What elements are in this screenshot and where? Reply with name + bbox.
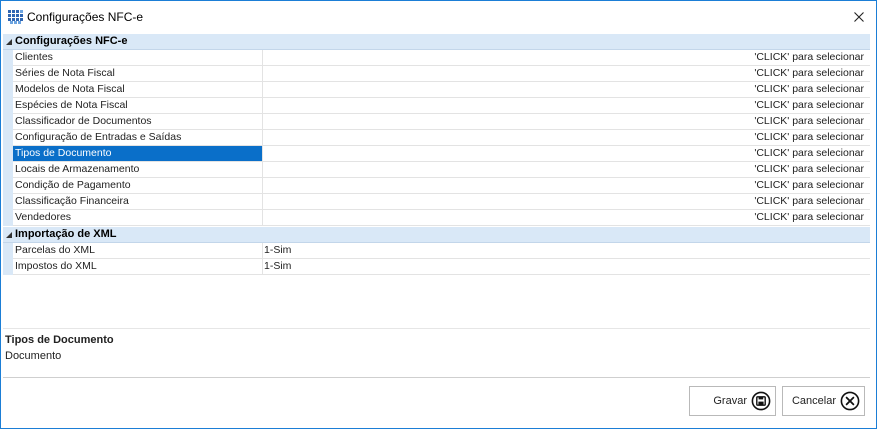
description-title: Tipos de Documento: [5, 334, 114, 346]
property-name: Parcelas do XML: [13, 243, 263, 258]
save-button[interactable]: Gravar: [689, 386, 776, 416]
property-value[interactable]: 'CLICK' para selecionar: [262, 130, 870, 145]
property-row-clientes[interactable]: Clientes 'CLICK' para selecionar: [3, 50, 870, 66]
cancel-circle-icon: [840, 391, 860, 411]
property-grid: Configurações NFC-e Clientes 'CLICK' par…: [3, 34, 870, 329]
cancel-button-label: Cancelar: [791, 395, 836, 407]
property-row-condicao-pagamento[interactable]: Condição de Pagamento 'CLICK' para selec…: [3, 178, 870, 194]
property-row-impostos-xml[interactable]: Impostos do XML 1-Sim: [3, 259, 870, 275]
property-name: Impostos do XML: [13, 259, 263, 274]
property-row-configuracao-entradas-saidas[interactable]: Configuração de Entradas e Saídas 'CLICK…: [3, 130, 870, 146]
close-button[interactable]: [842, 1, 876, 33]
property-row-modelos-nota-fiscal[interactable]: Modelos de Nota Fiscal 'CLICK' para sele…: [3, 82, 870, 98]
property-row-classificacao-financeira[interactable]: Classificação Financeira 'CLICK' para se…: [3, 194, 870, 210]
category-importacao-xml[interactable]: Importação de XML: [3, 227, 870, 243]
property-name: Classificação Financeira: [13, 194, 263, 209]
property-name: Vendedores: [13, 210, 263, 225]
property-value[interactable]: 'CLICK' para selecionar: [262, 194, 870, 209]
property-value[interactable]: 'CLICK' para selecionar: [262, 162, 870, 177]
title-bar: Configurações NFC-e: [1, 1, 876, 33]
property-row-classificador-documentos[interactable]: Classificador de Documentos 'CLICK' para…: [3, 114, 870, 130]
property-row-especies-nota-fiscal[interactable]: Espécies de Nota Fiscal 'CLICK' para sel…: [3, 98, 870, 114]
property-name: Séries de Nota Fiscal: [13, 66, 263, 81]
save-button-label: Gravar: [713, 395, 747, 407]
property-value[interactable]: 1-Sim: [262, 243, 865, 258]
description-text: Documento: [5, 350, 62, 362]
property-row-tipos-documento[interactable]: Tipos de Documento 'CLICK' para selecion…: [3, 146, 870, 162]
category-configuracoes-nfce[interactable]: Configurações NFC-e: [3, 34, 870, 50]
grid-app-icon: [8, 10, 24, 24]
property-row-vendedores[interactable]: Vendedores 'CLICK' para selecionar: [3, 210, 870, 226]
property-value[interactable]: 'CLICK' para selecionar: [262, 178, 870, 193]
property-name: Modelos de Nota Fiscal: [13, 82, 263, 97]
category-label: Importação de XML: [15, 228, 117, 240]
property-name: Classificador de Documentos: [13, 114, 263, 129]
close-icon: [854, 12, 864, 22]
property-name: Locais de Armazenamento: [13, 162, 263, 177]
property-name: Clientes: [13, 50, 263, 65]
property-value[interactable]: 'CLICK' para selecionar: [262, 66, 870, 81]
property-name: Condição de Pagamento: [13, 178, 263, 193]
collapse-triangle-icon[interactable]: [6, 39, 12, 45]
window-title: Configurações NFC-e: [27, 10, 144, 24]
property-name: Configuração de Entradas e Saídas: [13, 130, 263, 145]
property-row-locais-armazenamento[interactable]: Locais de Armazenamento 'CLICK' para sel…: [3, 162, 870, 178]
cancel-button[interactable]: Cancelar: [782, 386, 865, 416]
property-value[interactable]: 'CLICK' para selecionar: [262, 50, 870, 65]
property-value[interactable]: 'CLICK' para selecionar: [262, 114, 870, 129]
property-row-parcelas-xml[interactable]: Parcelas do XML 1-Sim: [3, 243, 870, 259]
property-value[interactable]: 'CLICK' para selecionar: [262, 82, 870, 97]
property-row-series-nota-fiscal[interactable]: Séries de Nota Fiscal 'CLICK' para selec…: [3, 66, 870, 82]
property-value[interactable]: 'CLICK' para selecionar: [262, 210, 870, 225]
collapse-triangle-icon[interactable]: [6, 232, 12, 238]
property-value[interactable]: 'CLICK' para selecionar: [262, 146, 870, 161]
property-value[interactable]: 'CLICK' para selecionar: [262, 98, 870, 113]
property-name-selected: Tipos de Documento: [13, 146, 263, 161]
description-panel: Tipos de Documento Documento: [3, 331, 870, 378]
property-value[interactable]: 1-Sim: [262, 259, 865, 274]
category-label: Configurações NFC-e: [15, 35, 128, 47]
floppy-disk-icon: [751, 391, 771, 411]
dialog-window: Configurações NFC-e Configurações NFC-e …: [0, 0, 877, 429]
property-name: Espécies de Nota Fiscal: [13, 98, 263, 113]
